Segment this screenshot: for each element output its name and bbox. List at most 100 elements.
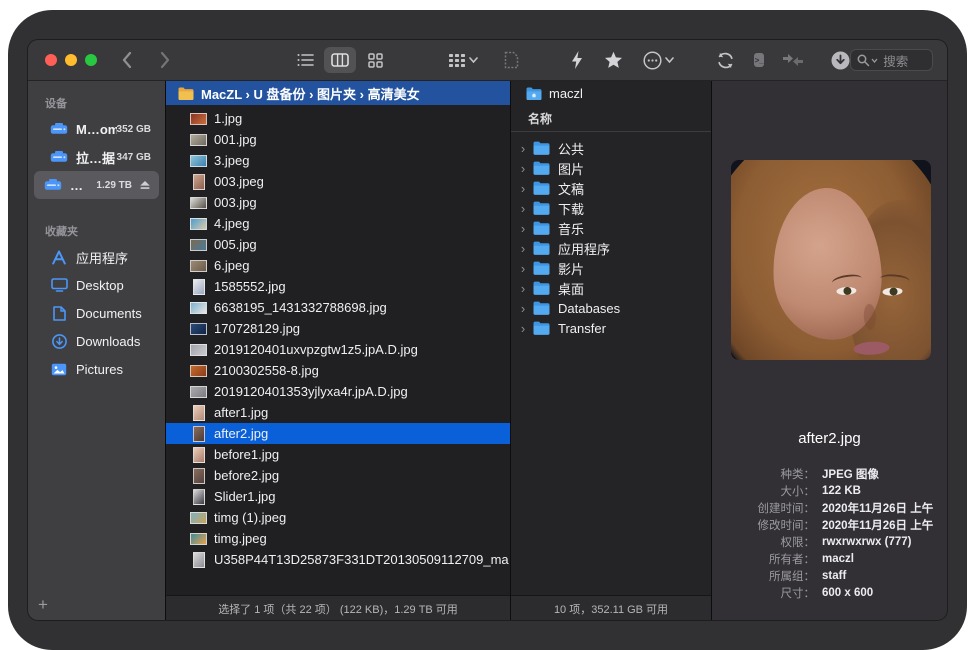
disclosure-chevron-icon[interactable]: › bbox=[517, 321, 529, 336]
file-row[interactable]: 001.jpg bbox=[166, 129, 510, 150]
download-button[interactable] bbox=[831, 51, 850, 70]
terminal-button[interactable]: >_ bbox=[754, 53, 764, 67]
search-scope-chevron-icon bbox=[871, 58, 878, 63]
file-name: Slider1.jpg bbox=[214, 489, 275, 504]
folder-row[interactable]: › 音乐 bbox=[511, 218, 711, 238]
file-row[interactable]: 003.jpeg bbox=[166, 171, 510, 192]
preview-info-row: 大小：122 KB bbox=[712, 482, 947, 499]
minimize-button[interactable] bbox=[65, 54, 77, 66]
quick-action-button[interactable] bbox=[571, 51, 583, 69]
disclosure-chevron-icon[interactable]: › bbox=[517, 241, 529, 256]
forward-button[interactable] bbox=[160, 51, 171, 69]
file-row[interactable]: Slider1.jpg bbox=[166, 486, 510, 507]
file-row[interactable]: 170728129.jpg bbox=[166, 318, 510, 339]
file-row[interactable]: 003.jpg bbox=[166, 192, 510, 213]
gallery-view-button[interactable] bbox=[359, 47, 391, 73]
file-row[interactable]: 005.jpg bbox=[166, 234, 510, 255]
new-document-button[interactable] bbox=[504, 51, 519, 69]
folder-row[interactable]: ›图片 bbox=[511, 158, 711, 178]
disclosure-chevron-icon[interactable]: › bbox=[517, 181, 529, 196]
file-name: 4.jpeg bbox=[214, 216, 249, 231]
file-row[interactable]: 1585552.jpg bbox=[166, 276, 510, 297]
folder-name: 音乐 bbox=[558, 219, 584, 238]
sidebar-item[interactable]: Desktop bbox=[34, 271, 159, 299]
traffic-lights bbox=[45, 54, 97, 66]
sidebar-item-size: 347 GB bbox=[117, 152, 151, 163]
folder-row[interactable]: › Databases bbox=[511, 298, 711, 318]
file-row[interactable]: 2019120401353yjlyxa4r.jpA.D.jpg bbox=[166, 381, 510, 402]
sidebar-item[interactable]: Pictures bbox=[34, 355, 159, 383]
file-thumbnail-icon bbox=[190, 425, 207, 442]
file-row[interactable]: before1.jpg bbox=[166, 444, 510, 465]
folder-icon bbox=[533, 281, 550, 295]
sidebar-item[interactable]: …1.29 TB bbox=[34, 171, 159, 199]
zoom-button[interactable] bbox=[85, 54, 97, 66]
disclosure-chevron-icon[interactable]: › bbox=[517, 281, 529, 296]
transfer-button[interactable] bbox=[783, 54, 803, 67]
back-button[interactable] bbox=[121, 51, 132, 69]
sidebar-item[interactable]: Downloads bbox=[34, 327, 159, 355]
file-row[interactable]: U358P44T13D25873F331DT20130509112709_ma bbox=[166, 549, 510, 570]
file-row[interactable]: 6638195_1431332788698.jpg bbox=[166, 297, 510, 318]
file-row[interactable]: timg.jpeg bbox=[166, 528, 510, 549]
folder-row[interactable]: ›应用程序 bbox=[511, 238, 711, 258]
file-row[interactable]: before2.jpg bbox=[166, 465, 510, 486]
sidebar-item-label: … bbox=[70, 178, 83, 193]
external-drive-icon bbox=[49, 122, 69, 136]
preview-info-label: 权限： bbox=[712, 534, 815, 550]
refresh-button[interactable] bbox=[716, 51, 735, 70]
folder-row[interactable]: › 公共 bbox=[511, 138, 711, 158]
folder-row[interactable]: ›文稿 bbox=[511, 178, 711, 198]
sidebar-item[interactable]: 拉…据347 GB bbox=[34, 143, 159, 171]
file-row[interactable]: 6.jpeg bbox=[166, 255, 510, 276]
file-name: 2100302558-8.jpg bbox=[214, 363, 319, 378]
preview-image[interactable] bbox=[731, 160, 931, 360]
folder-row[interactable]: ›影片 bbox=[511, 258, 711, 278]
file-row[interactable]: after2.jpg bbox=[166, 423, 510, 444]
eject-icon[interactable] bbox=[139, 180, 151, 190]
close-button[interactable] bbox=[45, 54, 57, 66]
folder-row[interactable]: ›Transfer bbox=[511, 318, 711, 338]
desktop-icon bbox=[49, 278, 69, 292]
file-row[interactable]: 4.jpeg bbox=[166, 213, 510, 234]
preview-info-label: 种类： bbox=[712, 466, 815, 482]
search-input[interactable]: 搜索 bbox=[850, 49, 933, 71]
group-button[interactable] bbox=[449, 54, 478, 67]
file-row[interactable]: 3.jpeg bbox=[166, 150, 510, 171]
applications-icon bbox=[49, 250, 69, 265]
file-row[interactable]: timg (1).jpeg bbox=[166, 507, 510, 528]
disclosure-chevron-icon[interactable]: › bbox=[517, 301, 529, 316]
file-row[interactable]: after1.jpg bbox=[166, 402, 510, 423]
disclosure-chevron-icon[interactable]: › bbox=[517, 221, 529, 236]
file-name: 2019120401353yjlyxa4r.jpA.D.jpg bbox=[214, 384, 408, 399]
folder-row[interactable]: ›桌面 bbox=[511, 278, 711, 298]
folder-row[interactable]: ›下载 bbox=[511, 198, 711, 218]
more-options-button[interactable] bbox=[643, 51, 674, 70]
folder-name: 公共 bbox=[558, 139, 584, 158]
list-view-button[interactable] bbox=[289, 47, 321, 73]
sidebar-item[interactable]: M…om352 GB bbox=[34, 115, 159, 143]
column-view-button[interactable] bbox=[324, 47, 356, 73]
disclosure-chevron-icon[interactable]: › bbox=[517, 261, 529, 276]
disclosure-chevron-icon[interactable]: › bbox=[517, 201, 529, 216]
sidebar: 设备M…om352 GB拉…据347 GB…1.29 TB收藏夹应用程序Desk… bbox=[28, 81, 166, 620]
file-row[interactable]: 2019120401uxvpzgtw1z5.jpA.D.jpg bbox=[166, 339, 510, 360]
sidebar-item-label: Desktop bbox=[76, 278, 124, 293]
add-button[interactable]: + bbox=[38, 595, 48, 615]
preview-info-value: 122 KB bbox=[822, 485, 861, 497]
preview-info-value: 2020年11月26日 上午 bbox=[822, 500, 933, 516]
favorites-button[interactable] bbox=[604, 51, 623, 69]
sidebar-item[interactable]: Documents bbox=[34, 299, 159, 327]
file-thumbnail-icon bbox=[190, 488, 207, 505]
sidebar-item[interactable]: 应用程序 bbox=[34, 243, 159, 271]
file-row[interactable]: 2100302558-8.jpg bbox=[166, 360, 510, 381]
file-row[interactable]: 1.jpg bbox=[166, 108, 510, 129]
file-thumbnail-icon bbox=[190, 131, 207, 148]
disclosure-chevron-icon[interactable]: › bbox=[517, 141, 529, 156]
name-column-header[interactable]: 名称 bbox=[511, 105, 711, 132]
path-bar[interactable]: MacZL › U 盘备份 › 图片夹 › 高清美女 bbox=[166, 81, 510, 105]
file-name: U358P44T13D25873F331DT20130509112709_ma bbox=[214, 552, 509, 567]
folder-name: Databases bbox=[558, 301, 620, 316]
disclosure-chevron-icon[interactable]: › bbox=[517, 161, 529, 176]
preview-info: 种类：JPEG 图像大小：122 KB创建时间：2020年11月26日 上午修改… bbox=[712, 465, 947, 601]
